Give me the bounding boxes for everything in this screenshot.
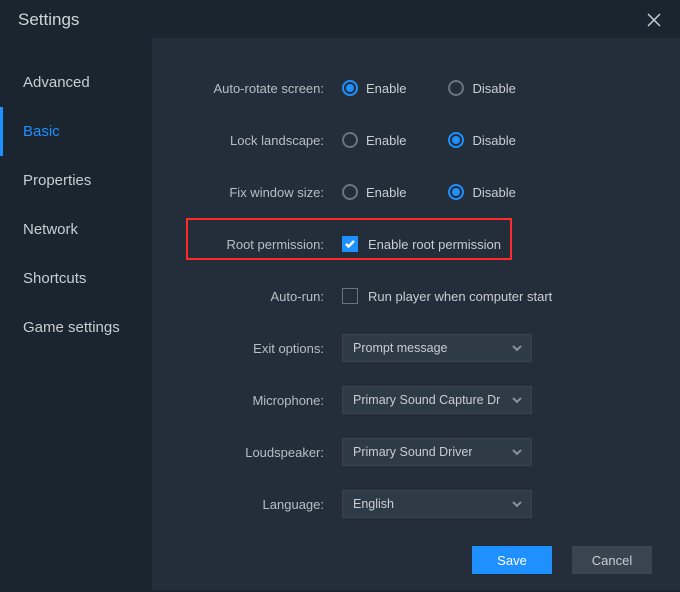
sidebar-item-properties[interactable]: Properties: [0, 156, 152, 205]
radio-auto-rotate-enable[interactable]: Enable: [342, 80, 406, 96]
radio-label: Disable: [472, 185, 515, 200]
label-root-permission: Root permission:: [192, 237, 342, 252]
select-loudspeaker[interactable]: Primary Sound Driver: [342, 438, 532, 466]
label-fix-window: Fix window size:: [192, 185, 342, 200]
select-value: English: [353, 497, 394, 511]
label-exit-options: Exit options:: [192, 341, 342, 356]
label-lock-landscape: Lock landscape:: [192, 133, 342, 148]
row-fix-window: Fix window size: Enable Disable: [192, 170, 652, 214]
row-root-permission: Root permission: Enable root permission: [192, 222, 652, 266]
sidebar-item-label: Basic: [23, 123, 60, 140]
footer: Save Cancel: [472, 546, 652, 574]
radio-label: Enable: [366, 185, 406, 200]
radio-auto-rotate-disable[interactable]: Disable: [448, 80, 515, 96]
save-button[interactable]: Save: [472, 546, 552, 574]
sidebar-item-label: Network: [23, 221, 78, 238]
header: Settings: [0, 0, 680, 38]
sidebar-item-label: Advanced: [23, 74, 90, 91]
row-auto-rotate: Auto-rotate screen: Enable Disable: [192, 66, 652, 110]
radio-lock-landscape-disable[interactable]: Disable: [448, 132, 515, 148]
sidebar-item-basic[interactable]: Basic: [0, 107, 152, 156]
radio-icon: [342, 184, 358, 200]
checkbox-icon: [342, 288, 358, 304]
button-label: Cancel: [592, 553, 632, 568]
label-auto-run: Auto-run:: [192, 289, 342, 304]
row-microphone: Microphone: Primary Sound Capture Dr: [192, 378, 652, 422]
row-exit-options: Exit options: Prompt message: [192, 326, 652, 370]
radio-label: Enable: [366, 81, 406, 96]
chevron-down-icon: [511, 396, 523, 404]
chevron-down-icon: [511, 344, 523, 352]
label-language: Language:: [192, 497, 342, 512]
radio-label: Enable: [366, 133, 406, 148]
label-loudspeaker: Loudspeaker:: [192, 445, 342, 460]
checkbox-label: Run player when computer start: [368, 289, 552, 304]
content: Auto-rotate screen: Enable Disable Lock …: [152, 38, 680, 590]
radio-fix-window-enable[interactable]: Enable: [342, 184, 406, 200]
checkbox-icon: [342, 236, 358, 252]
checkbox-root-permission[interactable]: Enable root permission: [342, 236, 501, 252]
chevron-down-icon: [511, 500, 523, 508]
row-loudspeaker: Loudspeaker: Primary Sound Driver: [192, 430, 652, 474]
radio-lock-landscape-enable[interactable]: Enable: [342, 132, 406, 148]
header-title: Settings: [18, 10, 79, 30]
radio-label: Disable: [472, 81, 515, 96]
radio-label: Disable: [472, 133, 515, 148]
radio-icon: [448, 80, 464, 96]
cancel-button[interactable]: Cancel: [572, 546, 652, 574]
chevron-down-icon: [511, 448, 523, 456]
checkbox-auto-run[interactable]: Run player when computer start: [342, 288, 552, 304]
select-language[interactable]: English: [342, 490, 532, 518]
select-value: Primary Sound Capture Dr: [353, 393, 500, 407]
sidebar-item-advanced[interactable]: Advanced: [0, 58, 152, 107]
label-microphone: Microphone:: [192, 393, 342, 408]
row-language: Language: English: [192, 482, 652, 526]
select-value: Primary Sound Driver: [353, 445, 472, 459]
sidebar-item-label: Shortcuts: [23, 270, 86, 287]
radio-icon: [342, 80, 358, 96]
button-label: Save: [497, 553, 527, 568]
radio-icon: [448, 132, 464, 148]
sidebar-item-label: Game settings: [23, 319, 120, 336]
sidebar-item-label: Properties: [23, 172, 91, 189]
sidebar: Advanced Basic Properties Network Shortc…: [0, 38, 152, 590]
sidebar-item-shortcuts[interactable]: Shortcuts: [0, 254, 152, 303]
row-lock-landscape: Lock landscape: Enable Disable: [192, 118, 652, 162]
select-exit-options[interactable]: Prompt message: [342, 334, 532, 362]
row-auto-run: Auto-run: Run player when computer start: [192, 274, 652, 318]
checkbox-label: Enable root permission: [368, 237, 501, 252]
radio-icon: [448, 184, 464, 200]
select-value: Prompt message: [353, 341, 447, 355]
radio-icon: [342, 132, 358, 148]
radio-fix-window-disable[interactable]: Disable: [448, 184, 515, 200]
sidebar-item-game-settings[interactable]: Game settings: [0, 303, 152, 352]
close-icon[interactable]: [644, 10, 664, 30]
label-auto-rotate: Auto-rotate screen:: [192, 81, 342, 96]
sidebar-item-network[interactable]: Network: [0, 205, 152, 254]
select-microphone[interactable]: Primary Sound Capture Dr: [342, 386, 532, 414]
